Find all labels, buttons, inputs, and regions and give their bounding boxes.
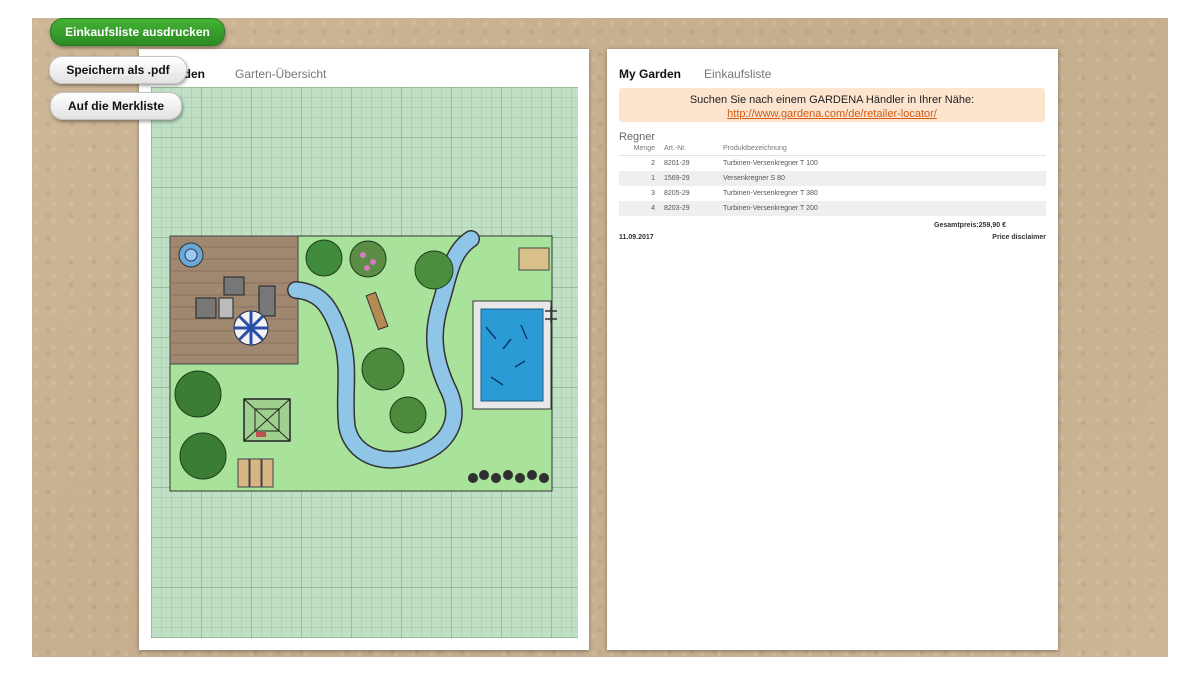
retailer-notice-text: Suchen Sie nach einem GARDENA Händler in… bbox=[689, 94, 975, 106]
table-row: 4 8203-29 Turbinen-Versenkregner T 200 bbox=[619, 201, 1046, 216]
tab-my-garden-right[interactable]: My Garden bbox=[619, 67, 681, 81]
row-product: Turbinen-Versenkregner T 380 bbox=[723, 190, 818, 197]
row-product: Turbinen-Versenkregner T 100 bbox=[723, 160, 818, 167]
garden-plan-drawing bbox=[169, 230, 557, 492]
parasol-icon bbox=[233, 310, 269, 346]
tab-shopping-list[interactable]: Einkaufsliste bbox=[704, 67, 771, 81]
list-date: 11.09.2017 bbox=[619, 234, 654, 241]
planter-box-icon bbox=[518, 247, 550, 271]
fountain-icon bbox=[178, 242, 204, 268]
table-row: 2 8201-29 Turbinen-Versenkregner T 100 bbox=[619, 156, 1046, 171]
table-row: 1 1569-29 Versenkregner S 80 bbox=[619, 171, 1046, 186]
print-shopping-list-button[interactable]: Einkaufsliste ausdrucken bbox=[50, 18, 225, 46]
column-qty: Menge bbox=[633, 145, 655, 152]
table-header: Menge Art.-Nr. Produktbezeichnung bbox=[619, 143, 1046, 156]
shopping-list-page: My Garden Einkaufsliste Suchen Sie nach … bbox=[607, 49, 1058, 650]
column-product: Produktbezeichnung bbox=[723, 145, 787, 152]
garden-plan-page: My Garden Garten-Übersicht bbox=[139, 49, 589, 650]
row-qty: 4 bbox=[651, 205, 655, 212]
retailer-notice: Suchen Sie nach einem GARDENA Händler in… bbox=[619, 88, 1045, 122]
table-row: 3 8205-29 Turbinen-Versenkregner T 380 bbox=[619, 186, 1046, 201]
row-article: 8203-29 bbox=[664, 205, 690, 212]
row-qty: 3 bbox=[651, 190, 655, 197]
row-product: Versenkregner S 80 bbox=[723, 175, 785, 182]
row-article: 1569-29 bbox=[664, 175, 690, 182]
row-product: Turbinen-Versenkregner T 200 bbox=[723, 205, 818, 212]
gazebo-icon bbox=[243, 398, 291, 442]
row-qty: 1 bbox=[651, 175, 655, 182]
pool-icon bbox=[472, 300, 552, 410]
retailer-locator-link[interactable]: http://www.gardena.com/de/retailer-locat… bbox=[727, 108, 937, 120]
column-article: Art.-Nr. bbox=[664, 145, 687, 152]
section-title-sprinklers: Regner bbox=[619, 131, 656, 143]
add-to-watchlist-button[interactable]: Auf die Merkliste bbox=[50, 92, 182, 120]
garden-plan-canvas[interactable] bbox=[151, 87, 578, 638]
row-article: 8201-29 bbox=[664, 160, 690, 167]
row-qty: 2 bbox=[651, 160, 655, 167]
shopping-list-table: Menge Art.-Nr. Produktbezeichnung 2 8201… bbox=[619, 143, 1046, 216]
row-article: 8205-29 bbox=[664, 190, 690, 197]
raised-bed-icon bbox=[237, 458, 274, 488]
total-price: Gesamtpreis:259,90 € bbox=[934, 222, 1006, 229]
tab-garden-overview[interactable]: Garten-Übersicht bbox=[235, 67, 326, 81]
save-pdf-button[interactable]: Speichern als .pdf bbox=[49, 56, 187, 84]
price-disclaimer-link[interactable]: Price disclaimer bbox=[992, 234, 1046, 241]
